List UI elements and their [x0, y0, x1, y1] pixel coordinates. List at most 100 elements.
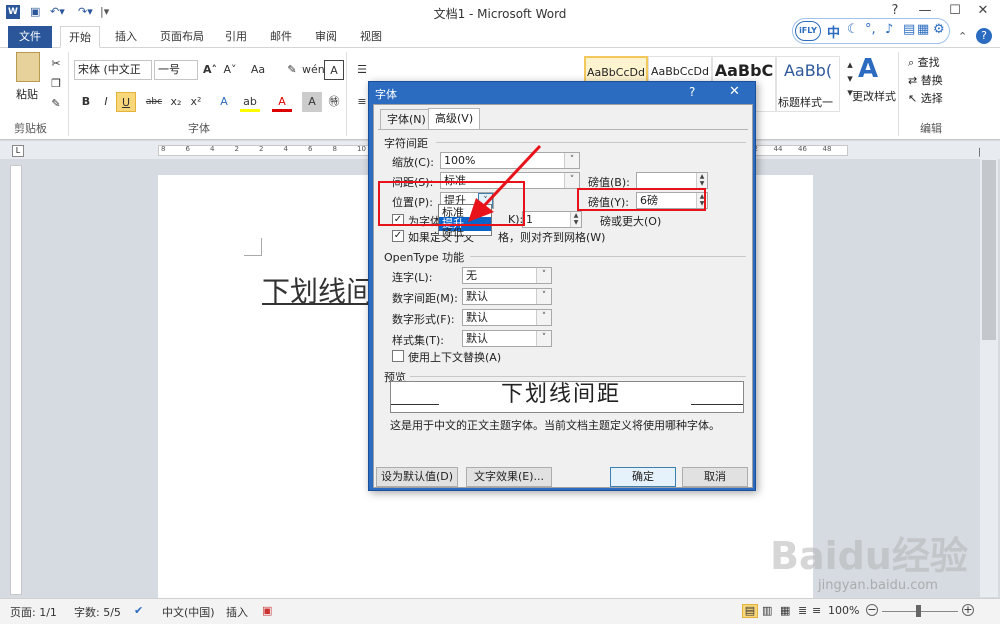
opentype-section-title: OpenType 功能	[384, 251, 465, 264]
ok-button[interactable]: 确定	[610, 467, 676, 487]
style-sets-value: 默认	[466, 332, 488, 345]
ligatures-select[interactable]: 无 ˅	[462, 267, 552, 284]
scrollbar-thumb[interactable]	[982, 160, 996, 340]
ifly-logo[interactable]: iFLY	[795, 21, 821, 41]
italic-icon[interactable]: I	[96, 92, 116, 112]
bullets-icon[interactable]: ☰	[352, 60, 372, 80]
change-case-icon[interactable]: Aa	[248, 60, 268, 80]
print-layout-icon[interactable]: ▤	[742, 604, 758, 618]
bold-icon[interactable]: B	[76, 92, 96, 112]
character-shading-icon[interactable]: A	[302, 92, 322, 112]
tab-selector-icon[interactable]: L	[12, 145, 24, 157]
ruler-tick-label: 8	[161, 145, 166, 153]
close-button[interactable]: ✕	[968, 3, 998, 23]
cursor-icon: ↖	[908, 92, 921, 105]
grow-font-icon[interactable]: A˄	[200, 60, 220, 80]
insert-mode[interactable]: 插入	[226, 604, 248, 620]
tab-home[interactable]: 开始	[60, 26, 100, 48]
settings-gear-icon[interactable]: ⚙	[933, 22, 945, 37]
collapse-ribbon-icon[interactable]: ⌃	[958, 30, 967, 43]
microphone-icon[interactable]: ♪	[885, 22, 893, 37]
shrink-font-icon[interactable]: A˅	[220, 60, 240, 80]
ruler-tick-label: 8	[332, 145, 337, 153]
ruler-tick-label: 4	[210, 145, 215, 153]
change-styles-button[interactable]: 更改样式	[852, 88, 896, 104]
font-color-icon[interactable]: A	[272, 92, 292, 112]
document-text[interactable]: 下划线间	[262, 270, 374, 310]
paste-icon[interactable]	[16, 52, 40, 82]
find-button[interactable]: ⌕ 查找	[908, 54, 940, 70]
spinner-arrows-icon: ▲ ▼	[570, 212, 581, 227]
tab-review[interactable]: 审阅	[307, 26, 345, 48]
tab-file[interactable]: 文件	[8, 26, 52, 48]
highlight-icon[interactable]: ab	[240, 92, 260, 112]
contextual-alternates-label: 使用上下文替换(A)	[408, 351, 502, 364]
select-label: 选择	[920, 92, 943, 105]
help-circle-icon[interactable]: ?	[976, 28, 992, 44]
zoom-level[interactable]: 100%	[828, 604, 859, 617]
tab-references[interactable]: 引用	[217, 26, 255, 48]
dialog-title-bar: 字体 ? ✕	[369, 82, 755, 104]
outline-icon[interactable]: ≣	[798, 604, 807, 617]
preview-baseline-right	[691, 404, 743, 405]
draft-icon[interactable]: ≡	[812, 604, 821, 617]
language-indicator[interactable]: 中文(中国)	[162, 604, 215, 620]
text-effects-button[interactable]: 文字效果(E)...	[466, 467, 552, 487]
set-default-button[interactable]: 设为默认值(D)	[376, 467, 458, 487]
snap-to-grid-checkbox[interactable]: ✓	[392, 230, 404, 242]
vertical-ruler[interactable]	[10, 165, 22, 595]
replace-button[interactable]: ⇄ 替换	[908, 72, 943, 88]
ifly-chinese-mode-button[interactable]: 中	[827, 22, 840, 41]
reading-view-icon[interactable]: ▥	[762, 604, 772, 617]
ligatures-value: 无	[466, 269, 477, 282]
contextual-alternates-checkbox[interactable]	[392, 350, 404, 362]
tab-advanced[interactable]: 高级(V)	[428, 108, 481, 130]
tab-insert[interactable]: 插入	[107, 26, 145, 48]
skin-icon[interactable]: ▦	[917, 22, 929, 37]
scale-label: 缩放(C):	[392, 156, 434, 169]
font-name-select[interactable]: 宋体 (中文正	[74, 60, 152, 80]
character-border-icon[interactable]: A	[324, 60, 344, 80]
subscript-icon[interactable]: x₂	[166, 92, 186, 112]
dialog-help-button[interactable]: ?	[689, 85, 695, 99]
tab-font[interactable]: 字体(N)	[380, 109, 433, 129]
cut-icon[interactable]: ✂	[46, 54, 66, 74]
word-count[interactable]: 字数: 5/5	[74, 604, 121, 620]
paste-button[interactable]: 粘贴	[16, 86, 38, 102]
phonetic-guide-icon[interactable]: wén	[302, 60, 325, 80]
proofing-icon[interactable]: ✔	[134, 604, 143, 617]
dialog-close-button[interactable]: ✕	[729, 84, 740, 99]
chevron-down-icon: ˅	[536, 289, 551, 304]
zoom-slider-handle[interactable]	[916, 605, 921, 617]
tab-mailings[interactable]: 邮件	[262, 26, 300, 48]
cancel-button[interactable]: 取消	[682, 467, 748, 487]
change-styles-icon[interactable]: A	[858, 54, 878, 84]
enclosed-character-icon[interactable]: ㊕	[324, 92, 344, 112]
superscript-icon[interactable]: x²	[186, 92, 206, 112]
number-forms-select[interactable]: 默认 ˅	[462, 309, 552, 326]
number-spacing-select[interactable]: 默认 ˅	[462, 288, 552, 305]
format-painter-icon[interactable]: ✎	[46, 94, 66, 114]
zoom-in-icon[interactable]: +	[962, 604, 974, 616]
underline-icon[interactable]: U	[116, 92, 136, 112]
copy-icon[interactable]: ❐	[46, 74, 66, 94]
clear-format-icon[interactable]: ✎	[282, 60, 302, 80]
keyboard-icon[interactable]: ▤	[903, 22, 915, 37]
select-button[interactable]: ↖ 选择	[908, 90, 943, 106]
tab-page-layout[interactable]: 页面布局	[152, 26, 212, 48]
moon-icon[interactable]: ☾	[847, 22, 859, 37]
zoom-out-icon[interactable]: −	[866, 604, 878, 616]
strikethrough-icon[interactable]: abc	[144, 92, 164, 112]
macro-record-icon[interactable]: ▣	[262, 604, 272, 617]
web-layout-icon[interactable]: ▦	[780, 604, 790, 617]
text-effects-icon[interactable]: A	[214, 92, 234, 112]
spacing-pt-spinner[interactable]: ▲ ▼	[636, 172, 708, 189]
font-size-select[interactable]: 一号	[154, 60, 198, 80]
style-sets-select[interactable]: 默认 ˅	[462, 330, 552, 347]
replace-label: 替换	[920, 74, 943, 87]
page-count[interactable]: 页面: 1/1	[10, 604, 57, 620]
chevron-down-icon: ˅	[536, 310, 551, 325]
punctuation-icon[interactable]: °,	[865, 22, 876, 37]
tab-view[interactable]: 视图	[352, 26, 390, 48]
editing-group-label: 编辑	[920, 122, 942, 135]
